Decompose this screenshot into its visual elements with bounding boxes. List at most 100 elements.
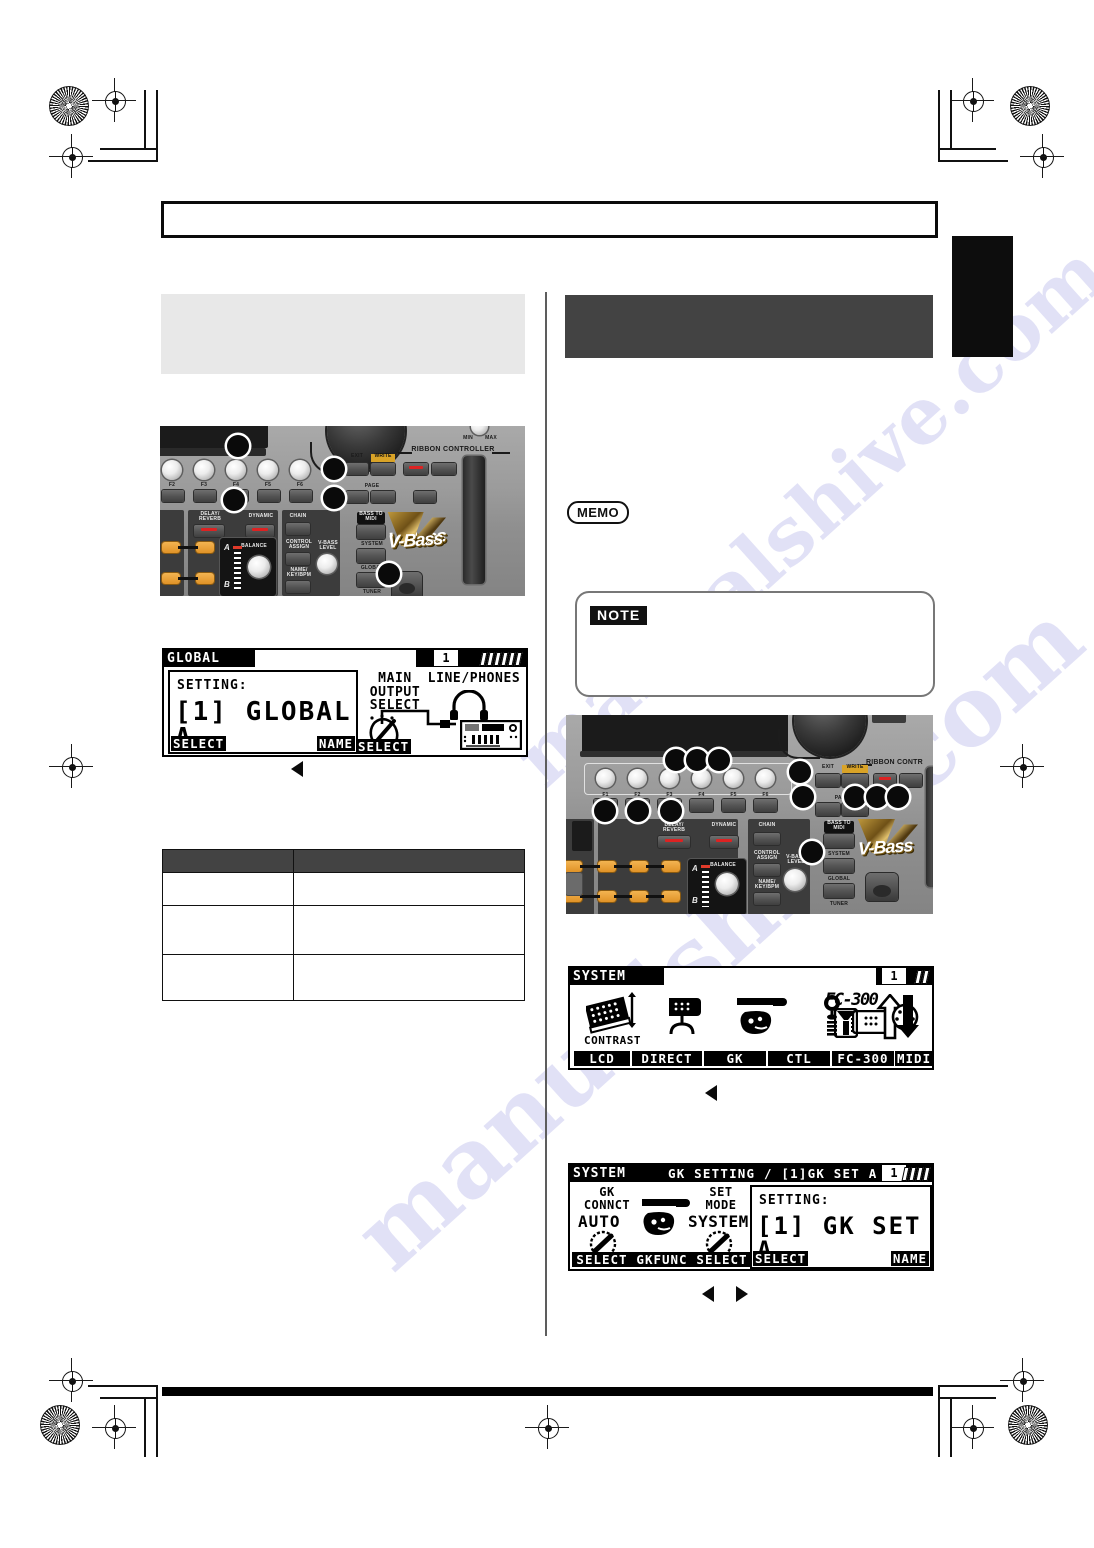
lcd-gk-setting-panel: SETTING: [1] GK SET A SELECT NAME [750, 1185, 932, 1269]
callout-marker [323, 487, 345, 509]
gk-hand-pickup-icon [737, 998, 787, 1034]
callout-marker [844, 786, 866, 808]
registration-burst-bottom-left [40, 1405, 80, 1445]
callout-marker [708, 749, 730, 771]
lcd-system-softkey-fc300[interactable]: FC-300 [832, 1051, 894, 1066]
photo-label-delay-reverb: DELAY/REVERB [198, 511, 222, 523]
registration-burst-bottom-right [1008, 1405, 1048, 1445]
registration-cross-mr [1000, 744, 1044, 788]
lcd-global-softkey-name[interactable]: NAME [316, 736, 355, 751]
photo2-fkey-label-f2: F2 [634, 792, 641, 798]
photo2-fkey-label-f5: F5 [730, 792, 737, 798]
photo2-label-ribbon-controller: RIBBON CONTR [866, 759, 923, 766]
lcd-system-title: SYSTEM [573, 969, 626, 984]
photo2-fkey-label-f4: F4 [698, 792, 705, 798]
table-cell [162, 872, 294, 906]
lcd-gk-breadcrumb: GK SETTING / [1]GK SET A [668, 1166, 878, 1181]
photo2-label-write: WRITE [846, 764, 864, 770]
photo-label-balance: BALANCE [241, 543, 267, 549]
callout-marker [594, 800, 616, 822]
table-row [162, 872, 525, 906]
callout-marker [660, 800, 682, 822]
lcd-system-fc300-label: FC-300 [825, 990, 879, 1010]
photo-label-page: PAGE [364, 483, 380, 489]
lcd-gk-softkey-select-right[interactable]: SELECT [753, 1251, 809, 1266]
page-edge-tab-marker [952, 236, 1013, 357]
lcd-system-page-number: 1 [880, 968, 906, 984]
lcd-global-setting-label: SETTING: [177, 678, 248, 693]
page-left-arrow [702, 1286, 714, 1302]
photo-fkey-label-f2: F2 [168, 482, 176, 488]
callout-marker [223, 489, 245, 511]
column-divider [545, 292, 547, 1336]
callout-marker [627, 800, 649, 822]
gk-hand-pickup-icon-2 [642, 1199, 690, 1235]
photo2-label-balance: BALANCE [710, 862, 736, 868]
lcd-global-softkey-select[interactable]: SELECT [171, 736, 227, 751]
callout-marker [789, 761, 811, 783]
registration-burst-top-right [1010, 86, 1050, 126]
lcd-gk-title: SYSTEM [573, 1166, 626, 1181]
photo2-label-global: GLOBAL [827, 876, 851, 882]
photo-label-name-key-bpm: NAME/KEY/BPM [286, 567, 312, 579]
crop-mark-bottom-right [938, 1385, 1008, 1457]
midi-arrows-icon [876, 994, 919, 1040]
lcd-gk-softkey-gkfunc[interactable]: GKFUNC [632, 1252, 692, 1267]
lcd-gk-setmode-label: SET MODE [705, 1185, 737, 1212]
amp-module-icon [460, 720, 522, 750]
lcd-gk-setting-label: SETTING: [759, 1193, 830, 1208]
callout-marker [378, 563, 400, 585]
registration-cross-bottom-center [525, 1405, 569, 1449]
callout-marker [323, 458, 345, 480]
registration-burst-top-left [49, 86, 89, 126]
registration-cross-bl-a [49, 1358, 93, 1402]
lcd-screen-gk-setting: SYSTEM GK SETTING / [1]GK SET A 1 GK CONN… [568, 1163, 934, 1271]
page-left-arrow [291, 761, 303, 777]
lcd-gk-softkey-name[interactable]: NAME [890, 1251, 929, 1266]
lcd-system-softkey-direct[interactable]: DIRECT [632, 1051, 702, 1066]
registration-cross-ml [49, 744, 93, 788]
lcd-gk-softkey-select-1[interactable]: SELECT [572, 1252, 632, 1267]
lcd-system-softkey-midi[interactable]: MIDI [895, 1051, 932, 1066]
lcd-system-softkey-gk[interactable]: GK [704, 1051, 766, 1066]
photo2-label-delay-reverb: DELAY/REVERB [662, 822, 686, 834]
photo-label-vbass-level: V-BASS LEVEL [318, 540, 338, 552]
table-cell [293, 872, 525, 906]
callout-marker [866, 786, 888, 808]
photo-fkey-label-f6: F6 [296, 482, 304, 488]
page-left-arrow [705, 1085, 717, 1101]
photo2-fkey-label-f1: F1 [602, 792, 609, 798]
photo2-fkey-label-f3: F3 [666, 792, 673, 798]
table-row [162, 905, 525, 955]
left-section-heading [161, 294, 525, 374]
lcd-global-softkey-select-2[interactable]: SELECT [356, 739, 412, 754]
photo-label-control-assign: CONTROL ASSIGN [285, 539, 313, 551]
lcd-system-softkey-ctl[interactable]: CTL [768, 1051, 830, 1066]
lcd-global-line-phones-label: LINE/PHONES [427, 671, 521, 686]
photo2-label-system: SYSTEM [828, 851, 850, 857]
photo-balance-a: A [224, 543, 230, 552]
lcd-system-softkey-lcd[interactable]: LCD [574, 1051, 630, 1066]
callout-marker [792, 786, 814, 808]
photo2-brand-logo-text: V-Bass [858, 835, 913, 859]
photo2-label-tuner: TUNER [829, 901, 849, 907]
crop-mark-top-left [88, 90, 158, 162]
callout-marker [887, 786, 909, 808]
spec-table [162, 849, 525, 1001]
memo-badge: MEMO [567, 501, 629, 524]
lcd-gk-softkey-select-2[interactable]: SELECT [692, 1252, 752, 1267]
lcd-system-contrast-label: CONTRAST [584, 1034, 641, 1047]
photo-balance-b: B [224, 580, 230, 589]
photo-label-max: MAX [485, 435, 497, 441]
table-header-row [162, 849, 525, 873]
cable-icon [380, 709, 456, 728]
page-header-box [161, 201, 938, 238]
table-cell [293, 954, 525, 1001]
memo-badge-label: MEMO [576, 505, 620, 520]
callout-marker [665, 749, 687, 771]
table-row [162, 954, 525, 1001]
lcd-gk-connect-value: AUTO [578, 1212, 621, 1231]
footer-rule [162, 1387, 933, 1396]
direct-jack-icon [669, 998, 701, 1035]
lcd-screen-system: SYSTEM 1 CONTRAST FC-300 LCD DIRECT GK C… [568, 966, 934, 1070]
